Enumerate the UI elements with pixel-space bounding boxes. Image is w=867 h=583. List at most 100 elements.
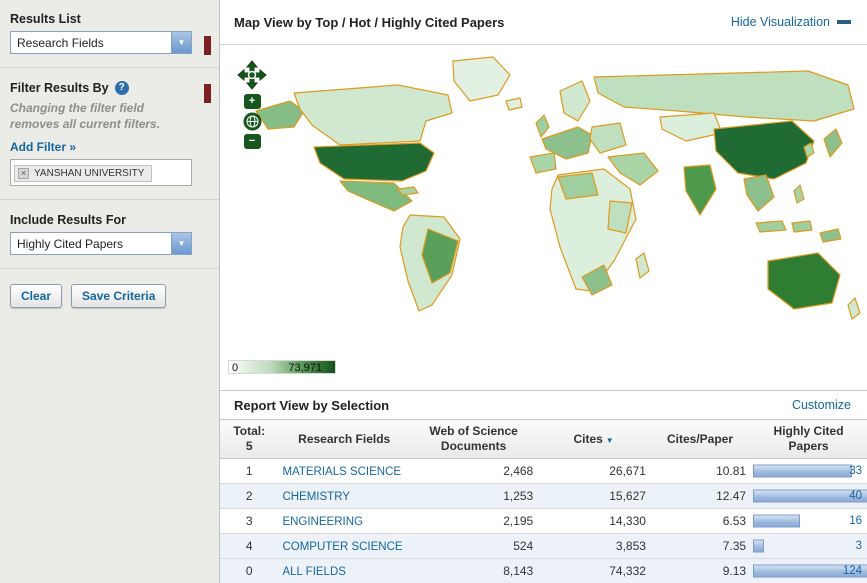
row-cites: 26,671 (537, 459, 650, 484)
field-link[interactable]: ALL FIELDS (282, 566, 346, 578)
field-link[interactable]: COMPUTER SCIENCE (282, 541, 402, 553)
filter-tag-label: YANSHAN UNIVERSITY (34, 168, 144, 179)
include-results-label: Include Results For (10, 213, 209, 227)
choropleth-legend: 0 73,971 (228, 360, 336, 374)
report-table: Total: 5 Research Fields Web of Science … (220, 419, 867, 583)
row-hcp-cell: 16 (750, 509, 867, 534)
row-rank: 0 (220, 559, 278, 583)
hide-visualization-label: Hide Visualization (731, 15, 830, 29)
cites-header-label: Cites (573, 432, 602, 446)
filter-results-label: Filter Results By (10, 81, 109, 95)
field-link[interactable]: CHEMISTRY (282, 491, 350, 503)
map-visualization: + − 0 73,971 (220, 45, 867, 390)
hcp-bar (753, 465, 852, 478)
chevron-down-icon[interactable]: ▼ (171, 32, 191, 53)
sort-desc-icon: ▼ (606, 436, 614, 445)
map-controls: + − (232, 59, 272, 149)
world-map (248, 51, 863, 353)
results-list-label: Results List (10, 12, 209, 26)
sidebar: Results List Research Fields ▼ Filter Re… (0, 0, 220, 583)
esi-app: Results List Research Fields ▼ Filter Re… (0, 0, 867, 583)
legend-max: 73,971 (288, 362, 322, 374)
map-view-header: Map View by Top / Hot / Highly Cited Pap… (220, 0, 867, 45)
hcp-bar (753, 540, 764, 553)
row-cites-per-paper: 12.47 (650, 484, 750, 509)
row-hcp-cell: 3 (750, 534, 867, 559)
resize-handle[interactable] (204, 36, 211, 55)
table-row: 4 COMPUTER SCIENCE 524 3,853 7.35 3 (220, 534, 867, 559)
column-header-documents[interactable]: Web of Science Documents (410, 420, 537, 459)
total-value: 5 (224, 439, 274, 454)
main-panel: Map View by Top / Hot / Highly Cited Pap… (220, 0, 867, 583)
customize-link[interactable]: Customize (792, 398, 851, 412)
row-rank: 3 (220, 509, 278, 534)
filter-tag-box: × YANSHAN UNIVERSITY (10, 159, 192, 186)
results-list-dropdown[interactable]: Research Fields ▼ (10, 31, 192, 54)
column-header-cites-per-paper[interactable]: Cites/Paper (650, 420, 750, 459)
clear-button[interactable]: Clear (10, 284, 62, 308)
row-cites: 3,853 (537, 534, 650, 559)
row-rank: 4 (220, 534, 278, 559)
row-docs: 8,143 (410, 559, 537, 583)
hcp-value: 124 (843, 565, 862, 577)
field-link[interactable]: ENGINEERING (282, 516, 363, 528)
filter-note-line2: removes all current filters. (10, 117, 209, 133)
row-docs: 2,195 (410, 509, 537, 534)
row-rank: 2 (220, 484, 278, 509)
zoom-out-button[interactable]: − (244, 134, 261, 149)
hcp-bar (753, 515, 800, 528)
map-view-title: Map View by Top / Hot / Highly Cited Pap… (234, 15, 504, 30)
hcp-value: 3 (856, 540, 862, 552)
zoom-in-button[interactable]: + (244, 94, 261, 109)
column-header-research-fields[interactable]: Research Fields (278, 420, 409, 459)
include-results-selected: Highly Cited Papers (11, 237, 171, 251)
sidebar-divider (0, 268, 219, 269)
table-row: 1 MATERIALS SCIENCE 2,468 26,671 10.81 3… (220, 459, 867, 484)
filter-tag: × YANSHAN UNIVERSITY (14, 165, 152, 182)
row-hcp-cell: 33 (750, 459, 867, 484)
add-filter-link[interactable]: Add Filter » (10, 140, 209, 154)
row-cites-per-paper: 7.35 (650, 534, 750, 559)
hide-visualization-link[interactable]: Hide Visualization (731, 15, 851, 29)
resize-handle[interactable] (204, 84, 211, 103)
hcp-value: 16 (849, 515, 862, 527)
row-cites: 15,627 (537, 484, 650, 509)
total-header: Total: 5 (220, 420, 278, 459)
sidebar-divider (0, 67, 219, 68)
column-header-highly-cited[interactable]: Highly Cited Papers (750, 420, 867, 459)
table-row: 2 CHEMISTRY 1,253 15,627 12.47 40 (220, 484, 867, 509)
minus-icon (837, 20, 851, 24)
hcp-value: 33 (849, 465, 862, 477)
results-list-selected: Research Fields (11, 36, 171, 50)
report-view-header: Report View by Selection Customize (220, 390, 867, 419)
row-cites-per-paper: 6.53 (650, 509, 750, 534)
row-rank: 1 (220, 459, 278, 484)
row-docs: 524 (410, 534, 537, 559)
world-map-countries[interactable] (256, 57, 860, 319)
filter-note-line1: Changing the filter field (10, 101, 209, 117)
row-cites-per-paper: 10.81 (650, 459, 750, 484)
row-cites: 74,332 (537, 559, 650, 583)
table-row: 3 ENGINEERING 2,195 14,330 6.53 16 (220, 509, 867, 534)
row-docs: 1,253 (410, 484, 537, 509)
save-criteria-button[interactable]: Save Criteria (71, 284, 166, 308)
row-hcp-cell: 124 (750, 559, 867, 583)
table-row-all-fields: 0 ALL FIELDS 8,143 74,332 9.13 124 (220, 559, 867, 583)
help-icon[interactable]: ? (115, 81, 129, 95)
sidebar-divider (0, 199, 219, 200)
row-docs: 2,468 (410, 459, 537, 484)
chevron-down-icon[interactable]: ▼ (171, 233, 191, 254)
pan-control-icon[interactable] (235, 59, 269, 91)
legend-min: 0 (232, 362, 238, 374)
remove-filter-icon[interactable]: × (18, 168, 29, 179)
field-link[interactable]: MATERIALS SCIENCE (282, 466, 401, 478)
row-cites-per-paper: 9.13 (650, 559, 750, 583)
report-view-title: Report View by Selection (234, 398, 389, 413)
hcp-value: 40 (849, 490, 862, 502)
include-results-dropdown[interactable]: Highly Cited Papers ▼ (10, 232, 192, 255)
globe-icon[interactable] (243, 112, 262, 131)
row-hcp-cell: 40 (750, 484, 867, 509)
row-cites: 14,330 (537, 509, 650, 534)
column-header-cites[interactable]: Cites ▼ (537, 420, 650, 459)
total-label: Total: (224, 424, 274, 439)
